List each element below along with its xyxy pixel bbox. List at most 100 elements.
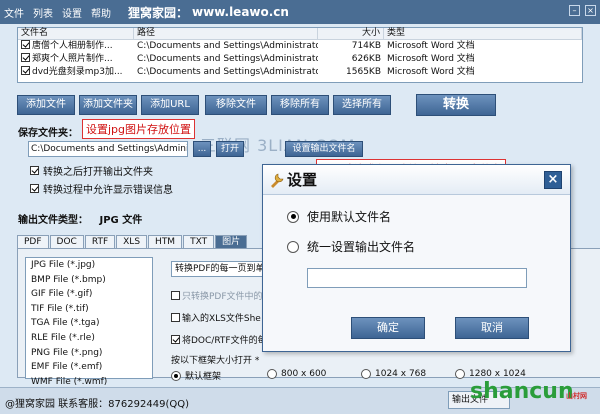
only-pdf-label: 只转换PDF文件中的 [182,292,263,302]
table-row[interactable]: 郑爽个人照片制作... C:\Documents and Settings\Ad… [18,53,582,66]
list-item[interactable]: PNG File (*.png) [26,346,152,361]
list-item[interactable]: RLE File (*.rle) [26,331,152,346]
open-folder-button[interactable]: 打开 [216,141,244,157]
frame-1024-radio[interactable] [361,369,371,379]
tab-doc[interactable]: DOC [49,235,84,248]
open-after-checkbox[interactable] [30,166,39,175]
ok-button[interactable]: 确定 [351,317,425,339]
set-output-name-button[interactable]: 设置输出文件名 [285,141,363,157]
only-pdf-option[interactable]: 只转换PDF文件中的 [171,289,263,302]
file-name: 郑爽个人照片制作... [32,54,113,64]
row-checkbox[interactable] [21,66,30,75]
tab-rtf[interactable]: RTF [84,235,116,248]
file-list-header: 文件名 路径 大小 类型 [18,28,582,40]
option-default-name[interactable]: 使用默认文件名 [287,208,391,225]
dialog-close-icon[interactable]: × [544,171,562,189]
file-size: 1565KB [346,67,381,77]
col-type[interactable]: 类型 [384,28,582,39]
browse-button[interactable]: ... [193,141,211,157]
frame-1024-option[interactable]: 1024 x 768 [361,369,426,379]
select-all-button[interactable]: 选择所有 [333,95,391,115]
site-logo: shancun [470,379,574,404]
col-path[interactable]: 路径 [134,28,318,39]
save-path-input[interactable]: C:\Documents and Settings\Administrator\ [28,141,188,157]
frame-default-radio[interactable] [171,370,181,381]
menu-file[interactable]: 文件 [4,5,24,20]
table-row[interactable]: 唐僧个人相册制作... C:\Documents and Settings\Ad… [18,40,582,53]
tab-xls[interactable]: XLS [116,235,148,248]
frame-1280-option[interactable]: 1280 x 1024 [455,369,526,379]
only-pdf-checkbox[interactable] [171,291,180,300]
default-name-label: 使用默认文件名 [307,210,392,224]
row-checkbox[interactable] [21,53,30,62]
add-file-button[interactable]: 添加文件 [17,95,75,115]
settings-dialog: 设置 × 使用默认文件名 统一设置输出文件名 确定 取消 [262,164,571,352]
open-after-label: 转换之后打开输出文件夹 [43,167,153,178]
file-path: C:\Documents and Settings\Administrator\… [137,67,318,77]
file-path: C:\Documents and Settings\Administrator\… [137,41,318,51]
table-row[interactable]: dvd光盘刻录mp3加... C:\Documents and Settings… [18,66,582,79]
remove-all-button[interactable]: 移除所有 [271,95,329,115]
menubar: 文件 列表 设置 帮助 狸窝家园： www.leawo.cn – × [0,0,600,24]
show-errors-checkbox[interactable] [30,184,39,193]
xls-sheet-checkbox[interactable] [171,313,180,322]
list-item[interactable]: TIF File (*.tif) [26,302,152,317]
remove-file-button[interactable]: 移除文件 [205,95,267,115]
xls-sheet-label: 输入的XLS文件She [182,314,261,324]
file-list: 文件名 路径 大小 类型 唐僧个人相册制作... C:\Documents an… [17,27,583,83]
file-size: 714KB [351,41,381,51]
tab-txt[interactable]: TXT [183,235,215,248]
output-name-input[interactable] [307,268,527,288]
doc-rtf-option[interactable]: 将DOC/RTF文件的每 [171,333,267,346]
doc-rtf-checkbox[interactable] [171,335,180,344]
file-type: Microsoft Word 文档 [387,54,475,64]
list-item[interactable]: BMP File (*.bmp) [26,273,152,288]
menu-settings[interactable]: 设置 [62,5,82,20]
doc-rtf-label: 将DOC/RTF文件的每 [182,336,267,346]
show-errors-option[interactable]: 转换过程中允许显示错误信息 [30,181,173,196]
open-after-option[interactable]: 转换之后打开输出文件夹 [30,163,153,178]
frame-800-radio[interactable] [267,369,277,379]
format-tabs: PDF DOC RTF XLS HTM TXT 图片 [17,235,248,248]
col-filename[interactable]: 文件名 [18,28,134,39]
output-type-label: 输出文件类型： [18,215,88,226]
close-window-icon[interactable]: × [585,5,596,16]
frame-default-label: 默认框架 [185,372,222,382]
file-name: dvd光盘刻录mp3加... [32,67,123,77]
cancel-button[interactable]: 取消 [455,317,529,339]
list-item[interactable]: TGA File (*.tga) [26,316,152,331]
frame-1280-radio[interactable] [455,369,465,379]
output-type: 输出文件类型： JPG 文件 [18,211,142,226]
frame-default-option[interactable]: 默认框架 [171,369,221,382]
status-text: @狸窝家园 联系客服：876292449(QQ) [5,399,189,410]
col-size[interactable]: 大小 [318,28,384,39]
settings-icon [271,173,284,188]
tab-pdf[interactable]: PDF [17,235,49,248]
unified-name-radio[interactable] [287,240,299,253]
unified-name-label: 统一设置输出文件名 [307,240,416,254]
dialog-title: 设置 [287,171,318,189]
frame-size-label: 按以下框架大小打开 * [171,356,260,366]
list-item[interactable]: JPG File (*.jpg) [26,258,152,273]
save-folder-label: 保存文件夹： [18,128,78,139]
minimize-icon[interactable]: – [569,5,580,16]
frame-800-label: 800 x 600 [281,369,327,379]
menu-help[interactable]: 帮助 [91,5,111,20]
frame-1280-label: 1280 x 1024 [469,369,526,379]
xls-sheet-option[interactable]: 输入的XLS文件She [171,311,261,324]
add-folder-button[interactable]: 添加文件夹 [79,95,137,115]
default-name-radio[interactable] [287,210,299,223]
row-checkbox[interactable] [21,40,30,49]
brand-url[interactable]: www.leawo.cn [192,5,289,19]
format-list: JPG File (*.jpg) BMP File (*.bmp) GIF Fi… [25,257,153,387]
list-item[interactable]: GIF File (*.gif) [26,287,152,302]
list-item[interactable]: EMF File (*.emf) [26,360,152,375]
convert-button[interactable]: 转换 [416,94,496,116]
frame-800-option[interactable]: 800 x 600 [267,369,326,379]
tab-htm[interactable]: HTM [148,235,183,248]
option-unified-name[interactable]: 统一设置输出文件名 [287,238,415,255]
add-url-button[interactable]: 添加URL [141,95,199,115]
tab-image[interactable]: 图片 [215,235,248,248]
menu-list[interactable]: 列表 [33,5,53,20]
frame-1024-label: 1024 x 768 [375,369,427,379]
